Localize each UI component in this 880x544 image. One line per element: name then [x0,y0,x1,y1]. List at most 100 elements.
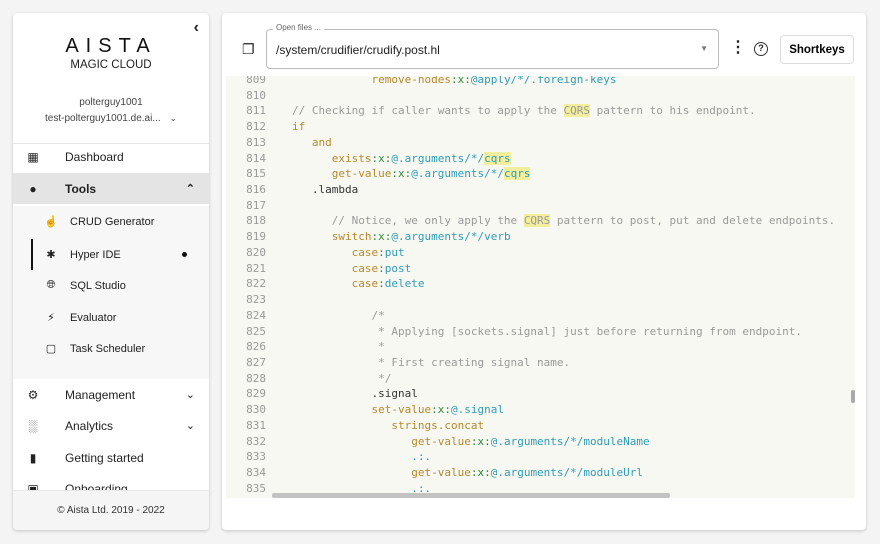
code-token: :x: [391,167,412,181]
brand-subtitle: MAGIC CLOUD [70,59,152,71]
nav-label: Dashboard [65,149,124,164]
code-line: 834 get-value:x:@.arguments/*/moduleUrl [226,465,643,481]
open-files-label: Open files ... [273,23,324,32]
code-token: * [371,340,385,354]
code-token: put [384,245,405,259]
code-token: :x: [371,230,392,244]
line-number: 819 [246,230,266,244]
code-line: 817 [226,198,292,214]
code-line: 821 case:post [226,261,411,277]
code-line: 810 [226,88,292,104]
code-token: // Checking if caller wants to apply the [292,104,564,118]
code-token: get-value [331,167,392,181]
code-token: pattern to his endpoint. [590,104,756,118]
brand-logo: AISTA [65,35,157,57]
code-token: if [292,120,306,134]
code-line: 820 case:put [226,245,405,261]
line-number: 832 [246,434,266,448]
nav-label: Management [65,387,136,402]
open-folder-icon[interactable]: ❐ [242,41,255,58]
users-gear-icon: ⚙ [27,387,39,402]
code-token: pattern to post, put and delete endpoint… [550,214,836,228]
tool-label: SQL Studio [70,279,126,292]
code-line: 809 remove-nodes:x:@apply/*/.foreign-key… [226,76,616,88]
code-token: @.arguments/*/ [411,167,504,181]
tool-label: CRUD Generator [70,215,155,228]
cloudlet-selector[interactable]: test-polterguy1001.de.ai... ⌄ [13,113,209,124]
line-number: 818 [246,214,266,228]
nav-dashboard[interactable]: ▦ Dashboard [13,141,209,172]
code-token: get-value [411,466,471,479]
nav-label: Tools [65,181,97,196]
code-token: strings.concat [391,418,485,432]
footer: © Aista Ltd. 2019 - 2022 [13,490,209,530]
code-editor[interactable]: 835 .:. 834 get-value:x:@.arguments/*/mod… [226,76,855,498]
code-token: .signal [292,387,418,401]
code-token: * First creating signal name. [371,355,571,369]
code-line: 826 * [226,339,385,355]
code-line: 824 /* [226,308,385,324]
line-number: 820 [246,245,266,259]
tool-sql-studio[interactable]: 🌐︎ SQL Studio [13,270,209,301]
tool-label: Evaluator [70,311,117,324]
code-token: .:. [411,450,432,464]
line-number: 817 [246,198,266,212]
code-token: @.arguments/*/moduleUrl [490,466,644,479]
code-token: @.signal [450,403,504,417]
code-line: 828 */ [226,371,391,387]
code-line: 830 set-value:x:@.signal [226,402,504,418]
more-vert-icon[interactable]: ⋮ [730,40,746,56]
line-number: 829 [246,387,266,401]
code-token: get-value [411,434,471,448]
open-files-select[interactable]: Open files ... /system/crudifier/crudify… [266,23,719,69]
tools-submenu: ☝ CRUD Generator ✱ Hyper IDE 🌐︎ SQL Studio … [13,206,209,379]
line-number: 831 [246,418,266,432]
code-line: 825 * Applying [sockets.signal] just bef… [226,324,802,340]
horizontal-scrollbar[interactable] [272,493,670,498]
line-number: 826 [246,340,266,354]
chevron-up-icon: ⌃ [185,183,195,195]
code-line: 827 * First creating signal name. [226,355,570,371]
nav-management[interactable]: ⚙ Management ⌄ [13,379,209,410]
code-line: 813 and [226,135,332,151]
line-number: 814 [246,151,266,165]
code-token: case [351,245,379,259]
code-line: 812 if [226,119,305,135]
code-line: 822 case:delete [226,276,424,292]
nav-getting-started[interactable]: ▮ Getting started [13,442,209,473]
code-line: 833 .:. [226,449,431,465]
shortkeys-button[interactable]: Shortkeys [780,35,854,64]
tool-task-scheduler[interactable]: ▢ Task Scheduler [13,333,209,364]
nav-analytics[interactable]: ░ Analytics ⌄ [13,410,209,441]
help-icon[interactable]: ? [754,42,768,56]
code-token: @.arguments/*/moduleName [490,434,650,448]
open-file-value: /system/crudifier/crudify.post.hl [276,43,440,57]
copyright: © Aista Ltd. 2019 - 2022 [57,505,165,516]
nav-label: Analytics [65,418,114,433]
tool-hyper-ide[interactable]: ✱ Hyper IDE [13,239,209,270]
tool-evaluator[interactable]: ⚡︎ Evaluator [13,302,209,333]
line-number: 812 [246,120,266,134]
tool-crud-generator[interactable]: ☝ CRUD Generator [13,206,209,237]
hyper-ide-panel: ❐ Open files ... /system/crudifier/crudi… [222,13,866,530]
code-line: 811 // Checking if caller wants to apply … [226,103,756,119]
code-token: .lambda [292,183,359,197]
line-number: 828 [246,371,266,385]
bar-chart-icon: ░ [28,418,38,433]
nav-tools[interactable]: ● Tools ⌃ [13,173,209,204]
vertical-scrollbar[interactable] [851,390,855,403]
code-line: 831 strings.concat [226,418,484,434]
sidebar: ‹ AISTA MAGIC CLOUD polterguy1001 test-p… [13,13,209,530]
line-number: 830 [246,403,266,417]
code-token: exists [331,151,372,165]
